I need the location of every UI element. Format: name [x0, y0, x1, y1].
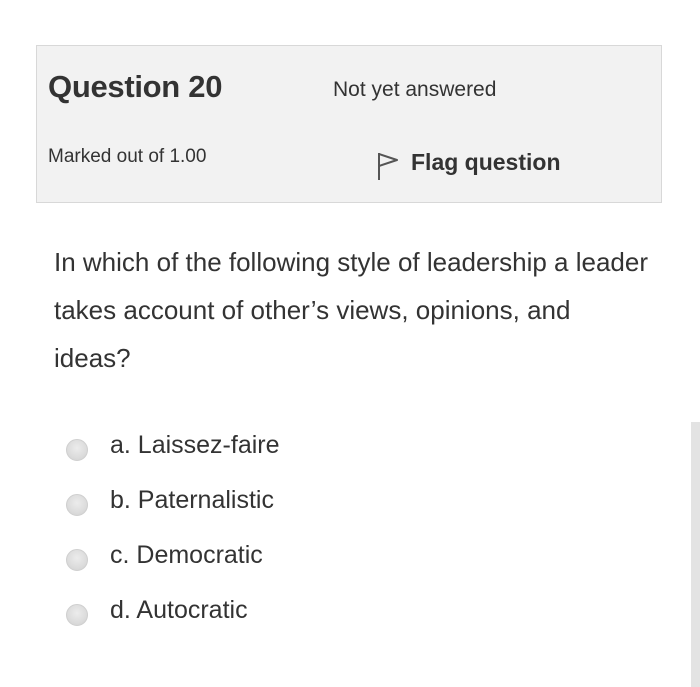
question-text: In which of the following style of leade…	[54, 247, 649, 373]
flag-question-label: Flag question	[411, 148, 561, 175]
answer-option-d[interactable]: d. Autocratic	[66, 583, 466, 638]
quiz-page: Question 20 Not yet answered Marked out …	[0, 0, 700, 687]
question-number: 20	[188, 69, 223, 104]
flag-question-button[interactable]: Flag question	[375, 142, 561, 182]
answer-label: b. Paternalistic	[110, 486, 274, 514]
radio-unchecked-icon[interactable]	[66, 438, 88, 461]
answer-label: c. Democratic	[110, 541, 263, 569]
question-title: Question 20	[48, 68, 222, 105]
answer-option-c[interactable]: c. Democratic	[66, 528, 466, 583]
flag-icon	[375, 150, 401, 182]
question-grade: Marked out of 1.00	[48, 146, 207, 167]
answer-list: a. Laissez-faire b. Paternalistic c. Dem…	[66, 418, 466, 638]
question-title-prefix: Question	[48, 69, 180, 104]
radio-unchecked-icon[interactable]	[66, 603, 88, 626]
question-state: Not yet answered	[333, 78, 497, 101]
radio-unchecked-icon[interactable]	[66, 493, 88, 516]
answer-label: d. Autocratic	[110, 596, 248, 624]
answer-option-a[interactable]: a. Laissez-faire	[66, 418, 466, 473]
radio-unchecked-icon[interactable]	[66, 548, 88, 571]
scrollbar[interactable]	[691, 422, 700, 687]
question-info-panel: Question 20 Not yet answered Marked out …	[36, 45, 662, 203]
answer-label: a. Laissez-faire	[110, 431, 280, 459]
answer-option-b[interactable]: b. Paternalistic	[66, 473, 466, 528]
